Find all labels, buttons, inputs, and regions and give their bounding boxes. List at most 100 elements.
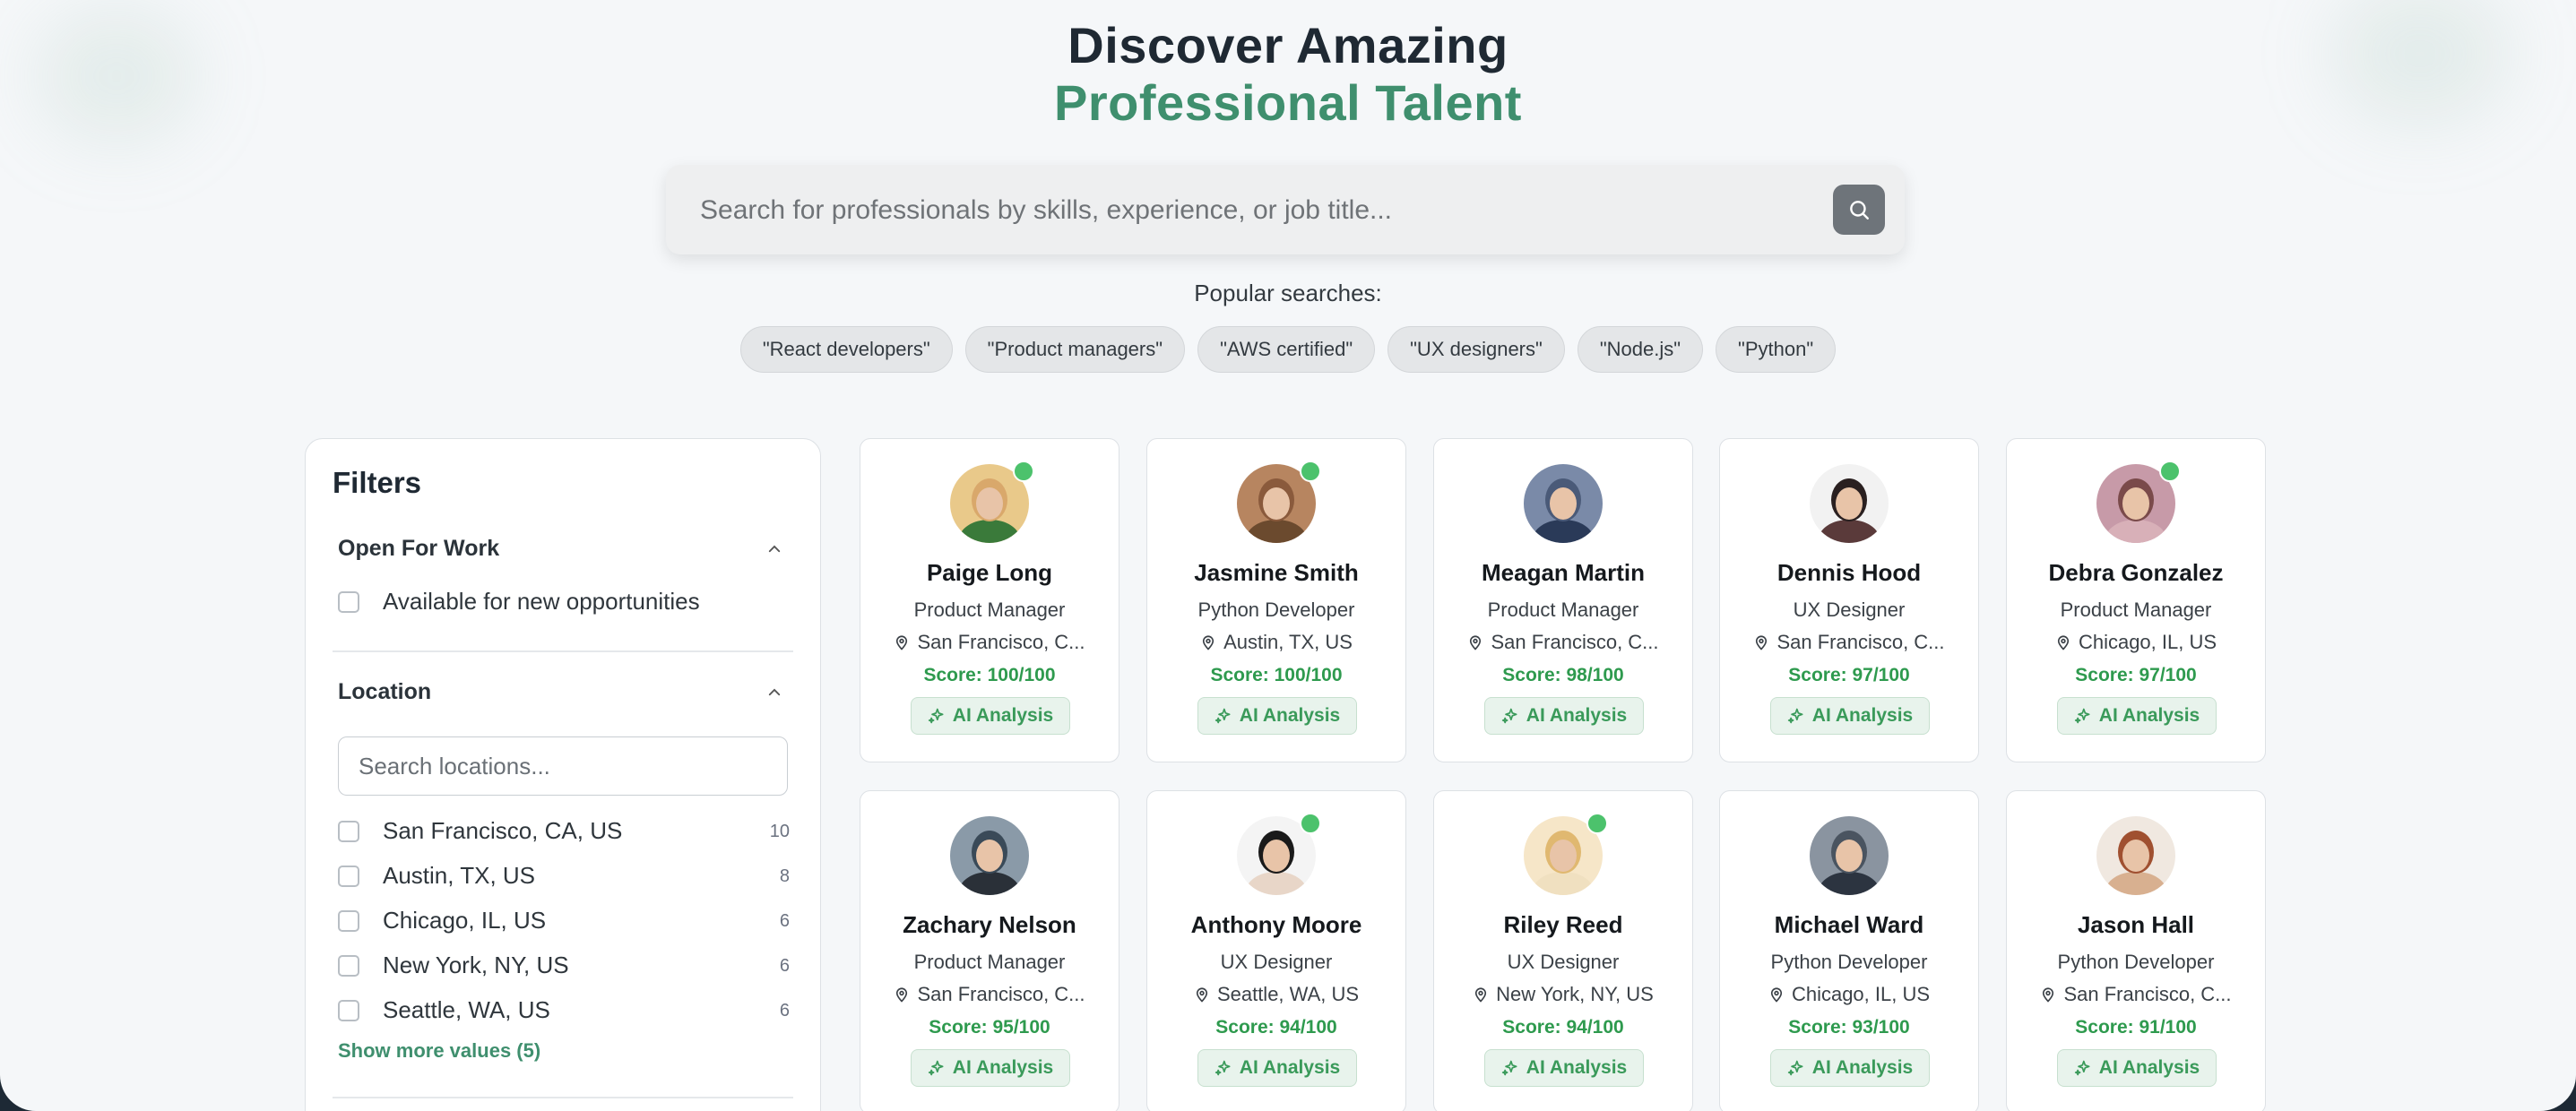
location-pin-icon xyxy=(1470,635,1482,650)
ai-analysis-button[interactable]: AI Analysis xyxy=(1770,1049,1930,1087)
profile-name[interactable]: Michael Ward xyxy=(1720,911,1978,939)
popular-search-chip[interactable]: "UX designers" xyxy=(1387,326,1565,373)
chevron-up-icon[interactable] xyxy=(766,685,782,701)
location-pin-icon xyxy=(1475,987,1487,1003)
checkbox[interactable] xyxy=(338,590,359,613)
checkbox[interactable] xyxy=(338,999,359,1021)
profile-location: New York, NY, US xyxy=(1434,983,1692,1006)
location-option-label: Austin, TX, US xyxy=(383,862,536,889)
profile-card[interactable]: Riley Reed UX Designer New York, NY, US Sco… xyxy=(1433,790,1693,1111)
sparkles-icon xyxy=(1501,708,1517,724)
profile-name[interactable]: Jason Hall xyxy=(2007,911,2265,939)
profile-card[interactable]: Jasmine Smith Python Developer Austin, TX,… xyxy=(1146,438,1406,762)
profile-card[interactable]: Meagan Martin Product Manager San Francisc… xyxy=(1433,438,1693,762)
ai-analysis-button[interactable]: AI Analysis xyxy=(1197,1049,1357,1087)
search-bar xyxy=(666,165,1905,256)
sparkles-icon xyxy=(1215,1060,1231,1076)
profile-score: Score: 97/100 xyxy=(1788,665,1910,685)
profile-location: San Francisco, C... xyxy=(860,631,1119,654)
location-option[interactable]: New York, NY, US xyxy=(338,952,569,979)
location-option[interactable]: Austin, TX, US xyxy=(338,862,535,890)
avatar xyxy=(950,816,1029,895)
profile-role: Product Manager xyxy=(2060,599,2212,621)
ai-analysis-button[interactable]: AI Analysis xyxy=(911,1049,1070,1087)
ai-analysis-button[interactable]: AI Analysis xyxy=(2057,697,2217,735)
avatar-wrapper xyxy=(950,461,1034,543)
profile-card[interactable]: Jason Hall Python Developer San Francisco,… xyxy=(2006,790,2266,1111)
checkbox[interactable] xyxy=(338,954,359,977)
profile-name[interactable]: Riley Reed xyxy=(1434,911,1692,939)
profile-name[interactable]: Debra Gonzalez xyxy=(2007,559,2265,587)
popular-search-chip[interactable]: "Product managers" xyxy=(964,326,1186,373)
profile-location-text: Chicago, IL, US xyxy=(2078,631,2217,653)
profile-score: Score: 100/100 xyxy=(1210,665,1343,685)
online-status-dot xyxy=(1300,461,1321,482)
profile-name[interactable]: Anthony Moore xyxy=(1147,911,1405,939)
location-option[interactable]: Seattle, WA, US xyxy=(338,996,550,1024)
location-pin-icon xyxy=(1756,635,1768,650)
checkbox[interactable] xyxy=(338,820,359,842)
profile-name[interactable]: Jasmine Smith xyxy=(1147,559,1405,587)
ai-analysis-button[interactable]: AI Analysis xyxy=(1484,1049,1644,1087)
ai-analysis-button[interactable]: AI Analysis xyxy=(2057,1049,2217,1087)
popular-search-chip[interactable]: "Python" xyxy=(1716,326,1837,373)
ai-analysis-button[interactable]: AI Analysis xyxy=(911,697,1070,735)
ai-analysis-label: AI Analysis xyxy=(2098,1057,2200,1078)
profile-role: UX Designer xyxy=(1793,599,1906,621)
profile-card[interactable]: Dennis Hood UX Designer San Francisco, C..… xyxy=(1719,438,1979,762)
location-pin-icon xyxy=(1770,987,1783,1003)
checkbox-label: Available for new opportunities xyxy=(383,588,700,615)
open-for-work-heading[interactable]: Open For Work xyxy=(338,536,499,562)
avatar xyxy=(2096,816,2175,895)
ai-analysis-label: AI Analysis xyxy=(952,705,1054,726)
profile-name[interactable]: Meagan Martin xyxy=(1434,559,1692,587)
hero-title: Discover Amazing xyxy=(1068,17,1508,73)
location-pin-icon xyxy=(2043,987,2054,1003)
checkbox[interactable] xyxy=(338,865,359,887)
ai-analysis-button[interactable]: AI Analysis xyxy=(1484,697,1644,735)
location-pin-icon xyxy=(896,635,908,650)
profile-location-text: New York, NY, US xyxy=(1496,983,1654,1005)
ai-analysis-button[interactable]: AI Analysis xyxy=(1197,697,1357,735)
profile-location: Chicago, IL, US xyxy=(1720,983,1978,1006)
ai-analysis-label: AI Analysis xyxy=(2098,705,2200,726)
profile-card[interactable]: Anthony Moore UX Designer Seattle, WA, US S… xyxy=(1146,790,1406,1111)
checkbox[interactable] xyxy=(338,909,359,932)
location-option[interactable]: San Francisco, CA, US xyxy=(338,817,622,845)
popular-search-chip[interactable]: "AWS certified" xyxy=(1197,326,1376,373)
sparkles-icon xyxy=(1501,1060,1517,1076)
profile-score: Score: 91/100 xyxy=(2075,1017,2197,1038)
profile-name[interactable]: Dennis Hood xyxy=(1720,559,1978,587)
search-input[interactable] xyxy=(698,165,1813,256)
popular-search-chip[interactable]: "React developers" xyxy=(739,326,953,373)
show-more-link[interactable]: Show more values (5) xyxy=(338,1039,540,1063)
online-status-dot xyxy=(1013,461,1034,482)
divider xyxy=(333,1097,793,1098)
profile-score: Score: 95/100 xyxy=(929,1017,1050,1038)
location-count: 6 xyxy=(779,956,790,976)
profile-card[interactable]: Debra Gonzalez Product Manager Chicago, IL… xyxy=(2006,438,2266,762)
profile-card[interactable]: Michael Ward Python Developer Chicago, IL,… xyxy=(1719,790,1979,1111)
profile-score: Score: 97/100 xyxy=(2075,665,2197,685)
profile-name[interactable]: Paige Long xyxy=(860,559,1119,587)
ai-analysis-button[interactable]: AI Analysis xyxy=(1770,697,1930,735)
profile-location-text: Seattle, WA, US xyxy=(1216,983,1360,1005)
popular-searches: "React developers" "Product managers" "A… xyxy=(0,326,2576,373)
profile-role: Python Developer xyxy=(2057,951,2215,973)
ai-analysis-label: AI Analysis xyxy=(1526,705,1628,726)
profile-card[interactable]: Paige Long Product Manager San Francisco, … xyxy=(860,438,1119,762)
profile-card[interactable]: Zachary Nelson Product Manager San Francis… xyxy=(860,790,1119,1111)
profile-location: San Francisco, C... xyxy=(2007,983,2265,1006)
popular-search-chip[interactable]: "Node.js" xyxy=(1577,326,1704,373)
ai-analysis-label: AI Analysis xyxy=(1239,1057,1341,1078)
profile-name[interactable]: Zachary Nelson xyxy=(860,911,1119,939)
chevron-up-icon[interactable] xyxy=(766,541,782,557)
location-search-input[interactable] xyxy=(338,736,788,796)
online-status-dot xyxy=(2159,461,2181,482)
location-heading[interactable]: Location xyxy=(338,679,431,705)
open-for-work-option[interactable]: Available for new opportunities xyxy=(338,588,700,616)
location-option[interactable]: Chicago, IL, US xyxy=(338,907,546,934)
profile-score: Score: 100/100 xyxy=(923,665,1056,685)
profile-role: Product Manager xyxy=(1487,599,1639,621)
search-button[interactable] xyxy=(1833,185,1885,235)
